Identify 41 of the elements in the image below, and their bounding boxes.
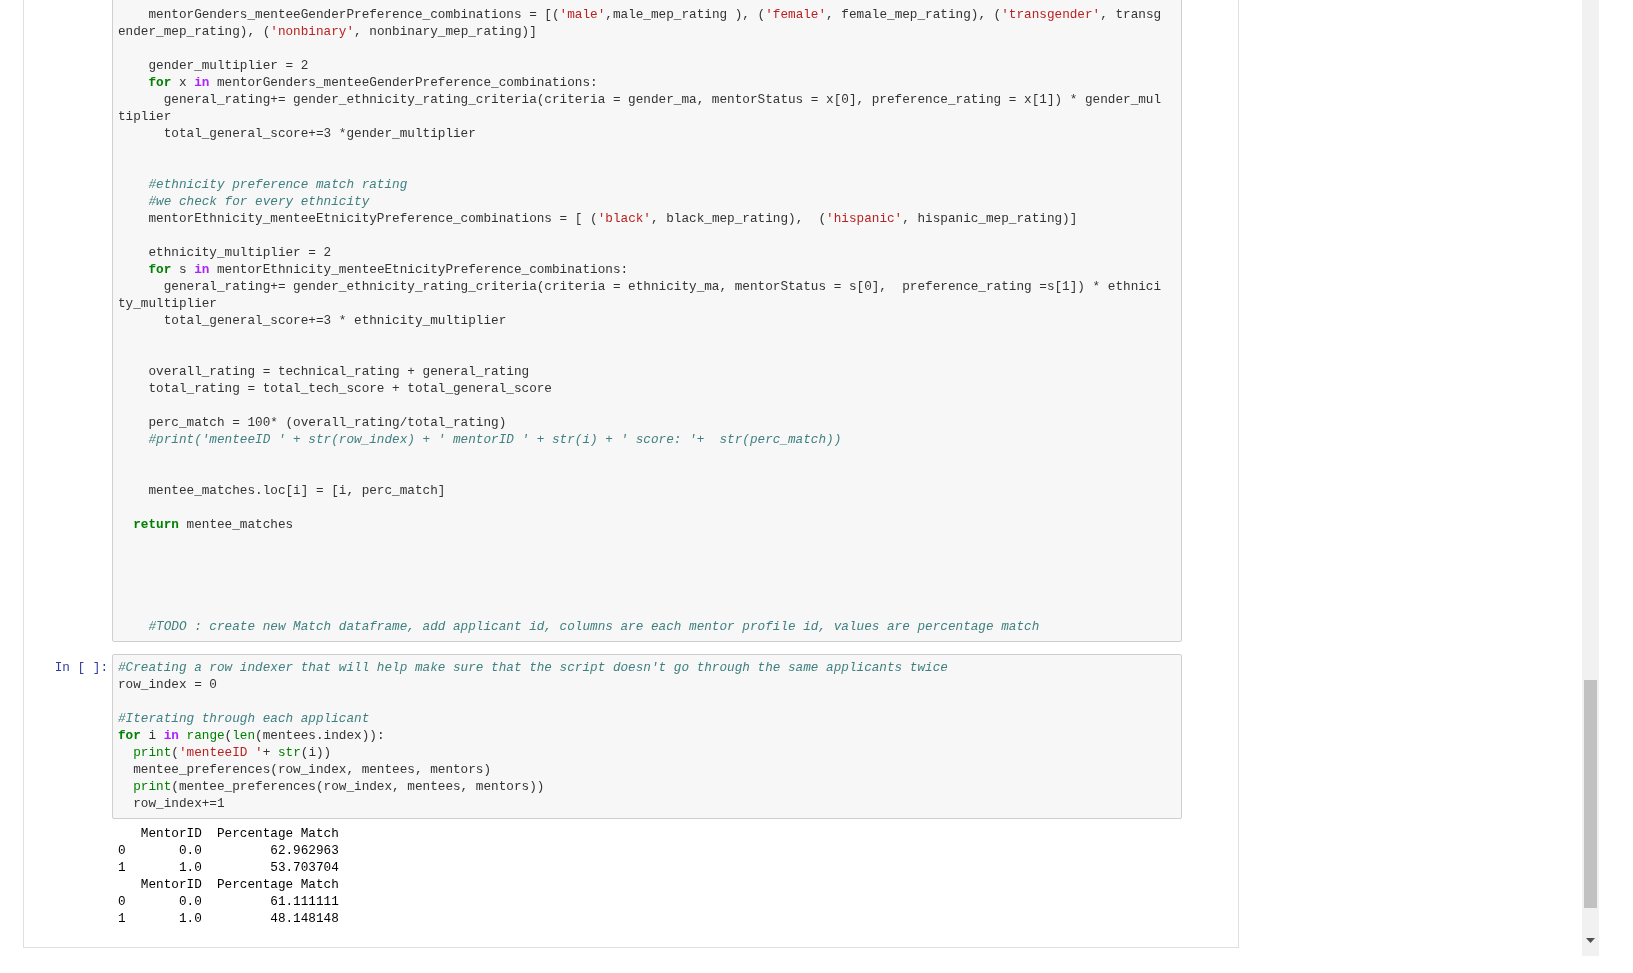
- code-line: for s in mentorEthnicity_menteeEtnicityPreference_combinations:: [147, 261, 629, 278]
- code-line: mentee_matches.loc[i] = [i, perc_match]: [147, 482, 446, 499]
- code-line: row_index+=1: [132, 795, 225, 812]
- code-line: gender_multiplier = 2: [147, 57, 309, 74]
- code-line: #TODO : create new Match dataframe, add applicant id, columns are each mentor profile id, values are percentage match: [147, 618, 1040, 635]
- code-line: ender_mep_rating), ('nonbinary', nonbinary_mep_rating)]: [118, 23, 537, 40]
- code-line: for x in mentorGenders_menteeGenderPreference_combinations:: [147, 74, 598, 91]
- output-line: 1 1.0 48.148148: [118, 910, 339, 927]
- scrollbar-thumb[interactable]: [1584, 680, 1597, 908]
- code-line: tiplier: [118, 108, 172, 125]
- code-line: print('menteeID '+ str(i)): [132, 744, 332, 761]
- code-line: total_general_score+=3 * ethnicity_multiplier: [162, 312, 507, 329]
- code-line: print(mentee_preferences(row_index, mentees, mentors)): [132, 778, 545, 795]
- code-line: general_rating+= gender_ethnicity_rating_criteria(criteria = ethnicity_ma, mentorStatus = s[0], preference_rating =s[1]) * ethnici: [162, 278, 1162, 295]
- code-line: ty_multiplier: [118, 295, 217, 312]
- code-line: row_index = 0: [118, 676, 217, 693]
- code-line: mentee_preferences(row_index, mentees, mentors): [132, 761, 492, 778]
- scroll-down-icon[interactable]: [1586, 938, 1595, 944]
- code-cell[interactable]: [112, 0, 1182, 642]
- output-line: 0 0.0 61.111111: [118, 893, 339, 910]
- output-line: MentorID Percentage Match: [139, 876, 339, 893]
- output-line: 0 0.0 62.962963: [118, 842, 339, 859]
- code-line: mentorGenders_menteeGenderPreference_combinations = [('male',male_mep_rating ), ('female', female_mep_rating), ('transgender', transg: [147, 6, 1162, 23]
- output-line: MentorID Percentage Match: [139, 825, 339, 842]
- code-line: ethnicity_multiplier = 2: [147, 244, 332, 261]
- code-line: mentorEthnicity_menteeEtnicityPreference_combinations = [ ('black', black_mep_rating), ('hispanic', hispanic_mep_rating)]: [147, 210, 1078, 227]
- code-line: #Iterating through each applicant: [118, 710, 370, 727]
- code-line: #ethnicity preference match rating: [147, 176, 408, 193]
- code-line: perc_match = 100* (overall_rating/total_rating): [147, 414, 507, 431]
- code-line: return mentee_matches: [132, 516, 294, 533]
- code-cell[interactable]: [112, 654, 1182, 819]
- code-line: #we check for every ethnicity: [147, 193, 370, 210]
- code-line: #print('menteeID ' + str(row_index) + ' mentorID ' + str(i) + ' score: '+ str(perc_match)): [147, 431, 842, 448]
- code-line: #Creating a row indexer that will help make sure that the script doesn't go through the same applicants twice: [118, 659, 948, 676]
- code-line: for i in range(len(mentees.index)):: [118, 727, 385, 744]
- code-line: overall_rating = technical_rating + general_rating: [147, 363, 530, 380]
- code-line: total_general_score+=3 *gender_multiplier: [162, 125, 476, 142]
- code-line: total_rating = total_tech_score + total_general_score: [147, 380, 552, 397]
- output-line: 1 1.0 53.703704: [118, 859, 339, 876]
- cell-prompt: In [ ]:: [54, 659, 108, 677]
- code-line: general_rating+= gender_ethnicity_rating_criteria(criteria = gender_ma, mentorStatus = x[0], preference_rating = x[1]) * gender_mul: [162, 91, 1162, 108]
